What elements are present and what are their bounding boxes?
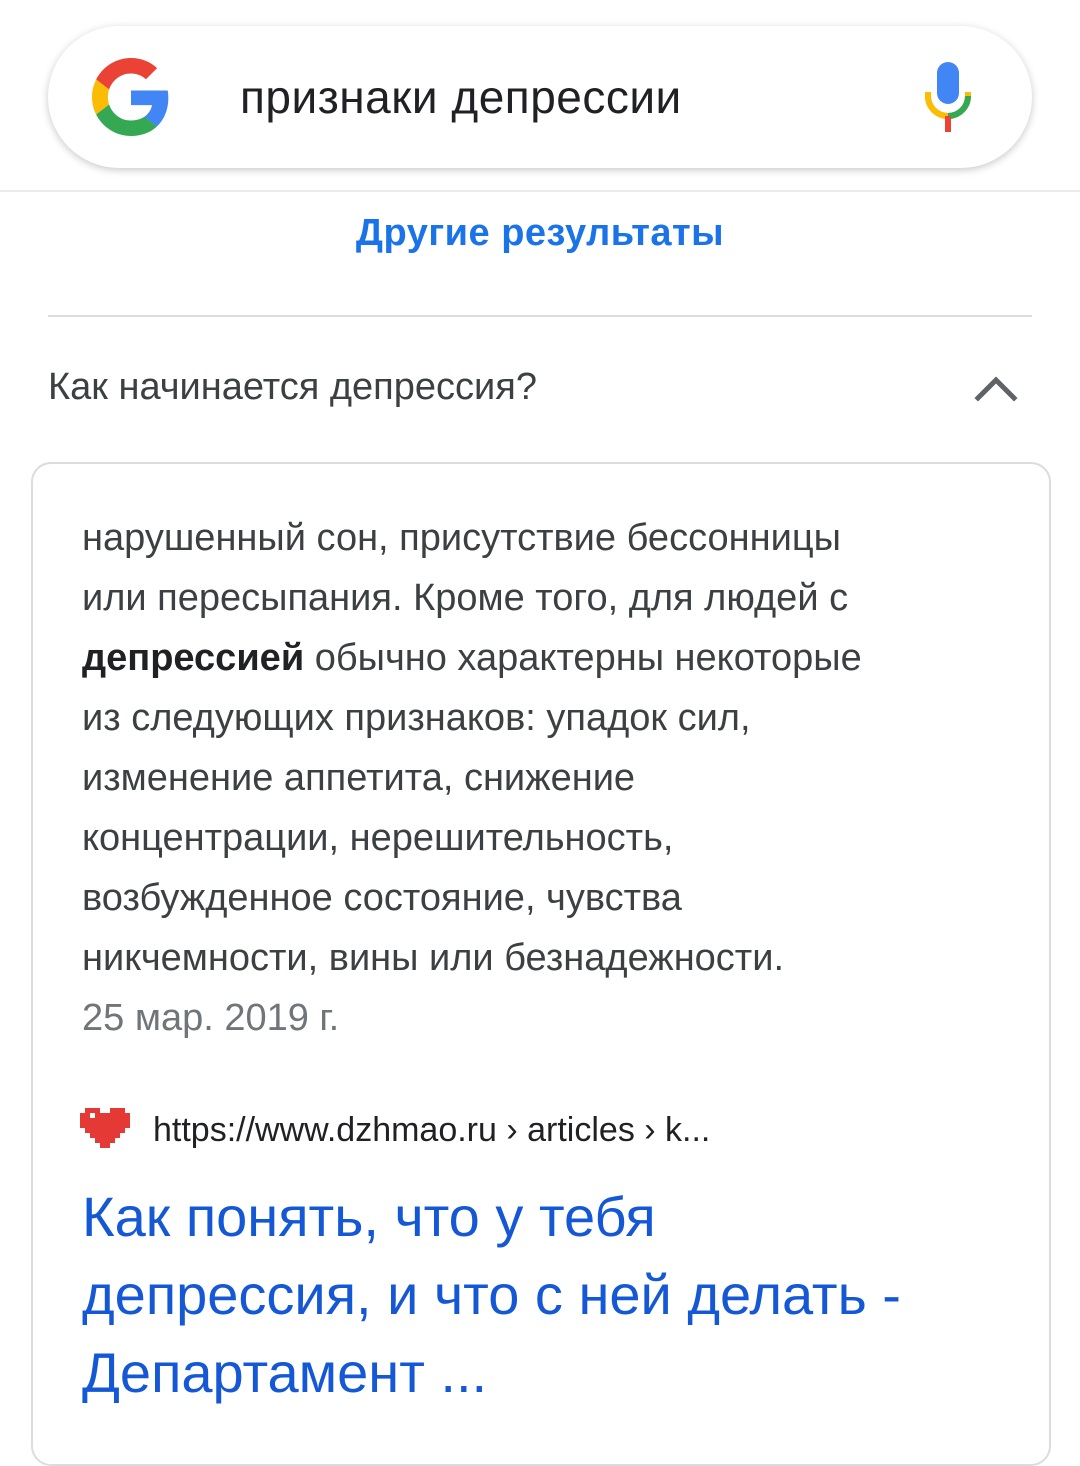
microphone-icon[interactable] bbox=[922, 62, 974, 132]
search-input[interactable]: признаки депрессии bbox=[240, 70, 682, 124]
snippet-line-6: концентрации, нерешительность, bbox=[82, 817, 674, 859]
snippet-line-7: возбужденное состояние, чувства bbox=[82, 877, 682, 919]
related-question-row[interactable]: Как начинается депрессия? bbox=[0, 340, 1080, 440]
snippet-line-1: нарушенный сон, присутствие бессонницы bbox=[82, 517, 841, 559]
snippet-highlight: депрессией bbox=[82, 637, 305, 679]
section-divider bbox=[48, 315, 1032, 317]
snippet-line-3: депрессией обычно характерны некоторые bbox=[82, 637, 862, 679]
result-title-line-2[interactable]: депрессия, и что с ней делать - bbox=[82, 1263, 901, 1326]
snippet-line-8: никчемности, вины или безнадежности. bbox=[82, 937, 784, 979]
snippet-line-5: изменение аппетита, снижение bbox=[82, 757, 636, 799]
result-title-link[interactable]: Как понять, что у тебя депрессия, и что … bbox=[82, 1178, 1022, 1412]
snippet-line-4: из следующих признаков: упадок сил, bbox=[82, 697, 751, 739]
google-g-icon[interactable] bbox=[92, 58, 170, 136]
heart-favicon-icon bbox=[80, 1108, 130, 1148]
result-title-line-3[interactable]: Департамент ... bbox=[82, 1341, 487, 1404]
result-title-line-1[interactable]: Как понять, что у тебя bbox=[82, 1185, 656, 1248]
search-header: признаки депрессии bbox=[0, 0, 1080, 192]
chevron-up-icon[interactable] bbox=[974, 372, 1018, 402]
answer-snippet: нарушенный сон, присутствие бессонницы и… bbox=[82, 508, 982, 988]
snippet-date: 25 мар. 2019 г. bbox=[82, 997, 340, 1039]
more-results-link[interactable]: Другие результаты bbox=[0, 212, 1080, 255]
related-question-text: Как начинается депрессия? bbox=[48, 366, 537, 408]
snippet-line-2: или пересыпания. Кроме того, для людей с bbox=[82, 577, 849, 619]
result-source-url[interactable]: https://www.dzhmao.ru › articles › k... bbox=[153, 1108, 710, 1152]
